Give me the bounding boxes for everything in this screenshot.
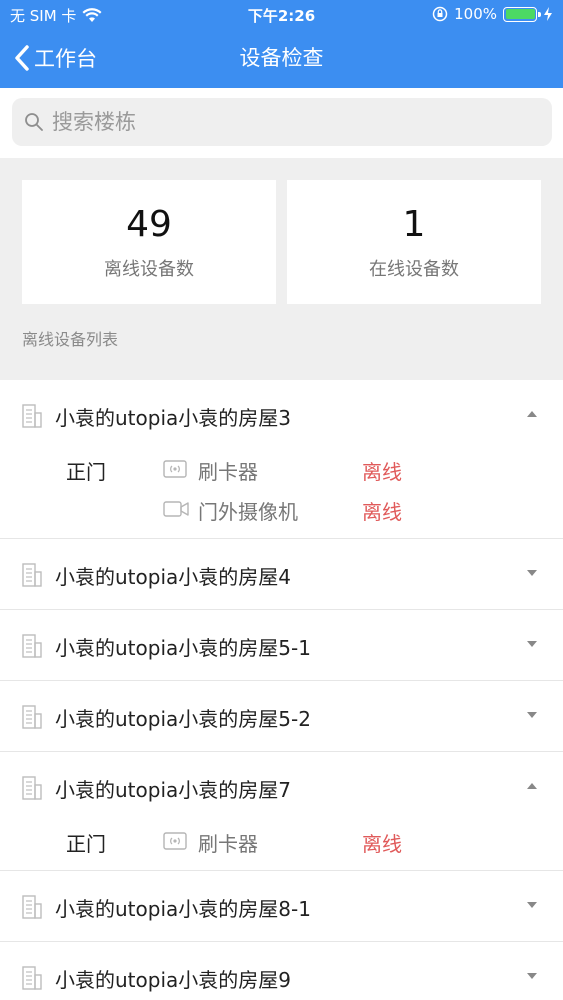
offline-label: 离线设备数 xyxy=(104,259,194,280)
caret-up-icon[interactable] xyxy=(527,783,537,789)
building-group: 小袁的utopia小袁的房屋9 xyxy=(0,942,563,1000)
device-status-offline: 离线 xyxy=(362,460,402,484)
device-row[interactable]: 门外摄像机 离线 xyxy=(0,490,563,530)
search-icon xyxy=(25,113,43,131)
device-name: 刷卡器 xyxy=(198,460,258,484)
device-list: 正门 刷卡器 离线 xyxy=(0,822,563,870)
building-icon xyxy=(22,966,42,994)
offline-count: 49 xyxy=(126,204,172,245)
caret-down-icon[interactable] xyxy=(527,973,537,979)
caret-up-icon[interactable] xyxy=(527,411,537,417)
building-icon xyxy=(22,563,42,591)
building-name: 小袁的utopia小袁的房屋8-1 xyxy=(55,897,311,921)
search-section xyxy=(0,88,563,158)
building-icon xyxy=(22,776,42,804)
device-name: 刷卡器 xyxy=(198,832,258,856)
building-name: 小袁的utopia小袁的房屋9 xyxy=(55,968,291,992)
device-status-offline: 离线 xyxy=(362,832,402,856)
camera-icon xyxy=(163,500,189,522)
building-group: 小袁的utopia小袁的房屋8-1 xyxy=(0,871,563,942)
page-title: 设备检查 xyxy=(239,46,324,70)
battery-icon xyxy=(503,6,541,22)
device-list: 正门 刷卡器 离线 门外摄像机 离线 xyxy=(0,450,563,538)
building-name: 小袁的utopia小袁的房屋7 xyxy=(55,778,291,802)
card-reader-icon xyxy=(163,832,187,854)
building-icon xyxy=(22,404,42,432)
building-icon xyxy=(22,705,42,733)
building-group-header[interactable]: 小袁的utopia小袁的房屋5-1 xyxy=(0,610,563,680)
battery-percent: 100% xyxy=(454,5,497,23)
device-name: 门外摄像机 xyxy=(198,500,298,524)
building-group-header[interactable]: 小袁的utopia小袁的房屋7 xyxy=(0,752,563,822)
search-bar[interactable] xyxy=(12,98,552,146)
building-icon xyxy=(22,895,42,923)
online-stat-card[interactable]: 1 在线设备数 xyxy=(287,180,541,304)
caret-down-icon[interactable] xyxy=(527,712,537,718)
card-reader-icon xyxy=(163,460,187,482)
device-status-offline: 离线 xyxy=(362,500,402,524)
door-label: 正门 xyxy=(66,832,106,856)
building-group: 小袁的utopia小袁的房屋5-1 xyxy=(0,610,563,681)
status-bar: 无 SIM 卡 下午2:26 100% xyxy=(0,0,563,30)
list-caption: 离线设备列表 xyxy=(22,330,119,349)
app-header: 无 SIM 卡 下午2:26 100% 工作台 设备检查 xyxy=(0,0,563,88)
building-name: 小袁的utopia小袁的房屋3 xyxy=(55,406,291,430)
online-label: 在线设备数 xyxy=(369,259,459,280)
building-list: 小袁的utopia小袁的房屋3 正门 刷卡器 离线 门外摄像机 离线 小袁的utopia小袁… xyxy=(0,380,563,1000)
device-row[interactable]: 正门 刷卡器 离线 xyxy=(0,822,563,862)
building-icon xyxy=(22,634,42,662)
building-group-header[interactable]: 小袁的utopia小袁的房屋9 xyxy=(0,942,563,1000)
stats-section: 49 离线设备数 1 在线设备数 离线设备列表 xyxy=(0,158,563,380)
building-name: 小袁的utopia小袁的房屋4 xyxy=(55,565,291,589)
nav-bar: 工作台 设备检查 xyxy=(0,30,563,86)
building-group: 小袁的utopia小袁的房屋5-2 xyxy=(0,681,563,752)
building-group-header[interactable]: 小袁的utopia小袁的房屋3 xyxy=(0,380,563,450)
orientation-lock-icon xyxy=(432,6,448,22)
building-group: 小袁的utopia小袁的房屋3 正门 刷卡器 离线 门外摄像机 离线 xyxy=(0,380,563,539)
building-group: 小袁的utopia小袁的房屋4 xyxy=(0,539,563,610)
building-name: 小袁的utopia小袁的房屋5-2 xyxy=(55,707,311,731)
door-label: 正门 xyxy=(66,460,106,484)
charging-bolt-icon xyxy=(544,7,552,21)
building-group: 小袁的utopia小袁的房屋7 正门 刷卡器 离线 xyxy=(0,752,563,871)
device-row[interactable]: 正门 刷卡器 离线 xyxy=(0,450,563,490)
caret-down-icon[interactable] xyxy=(527,641,537,647)
building-group-header[interactable]: 小袁的utopia小袁的房屋8-1 xyxy=(0,871,563,941)
search-input[interactable] xyxy=(52,110,512,134)
caret-down-icon[interactable] xyxy=(527,570,537,576)
offline-stat-card[interactable]: 49 离线设备数 xyxy=(22,180,276,304)
building-name: 小袁的utopia小袁的房屋5-1 xyxy=(55,636,311,660)
building-group-header[interactable]: 小袁的utopia小袁的房屋5-2 xyxy=(0,681,563,751)
caret-down-icon[interactable] xyxy=(527,902,537,908)
building-group-header[interactable]: 小袁的utopia小袁的房屋4 xyxy=(0,539,563,609)
online-count: 1 xyxy=(402,204,426,245)
